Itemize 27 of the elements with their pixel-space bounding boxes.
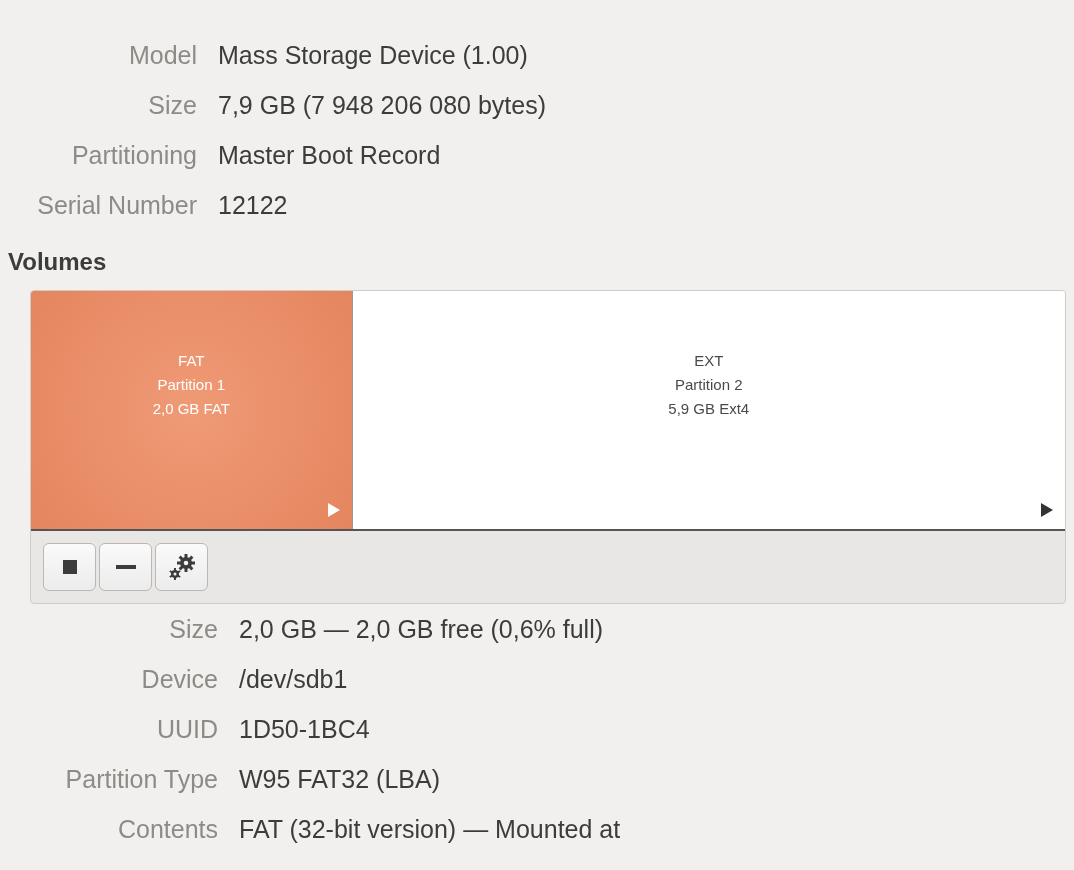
remove-button[interactable]: [99, 543, 152, 591]
field-value: 12122: [218, 190, 289, 221]
field-value: Mass Storage Device (1.00): [218, 40, 529, 71]
field-label: Partitioning: [70, 140, 197, 171]
field-label: UUID: [155, 714, 218, 745]
minus-icon: [115, 565, 136, 569]
field-value: /dev/sdb1: [239, 664, 349, 695]
field-label: Model: [127, 40, 197, 71]
play-icon: [1041, 503, 1053, 517]
field-label: Size: [147, 90, 197, 121]
section-heading: Volumes: [8, 247, 108, 277]
field-value: Master Boot Record: [218, 140, 442, 171]
field-label: Device: [140, 664, 218, 695]
field-label: Partition Type: [64, 764, 218, 795]
field-value: 2,0 GB — 2,0 GB free (0,6% full): [239, 614, 605, 645]
play-icon: [327, 503, 340, 517]
settings-button[interactable]: [155, 543, 208, 591]
field-value: W95 FAT32 (LBA): [239, 764, 441, 795]
field-value: 1D50-1BC4: [239, 714, 371, 745]
field-value: 7,9 GB (7 948 206 080 bytes): [218, 90, 547, 121]
field-label: Contents: [116, 814, 218, 845]
stop-button[interactable]: [43, 543, 96, 591]
stop-icon: [62, 560, 77, 574]
field-label: Serial Number: [36, 190, 197, 221]
partition-block[interactable]: EXT Partition 2 5,9 GB Ext4: [351, 291, 1065, 529]
field-label: Size: [168, 614, 218, 645]
field-value: FAT (32-bit version) — Mounted at: [239, 814, 622, 845]
